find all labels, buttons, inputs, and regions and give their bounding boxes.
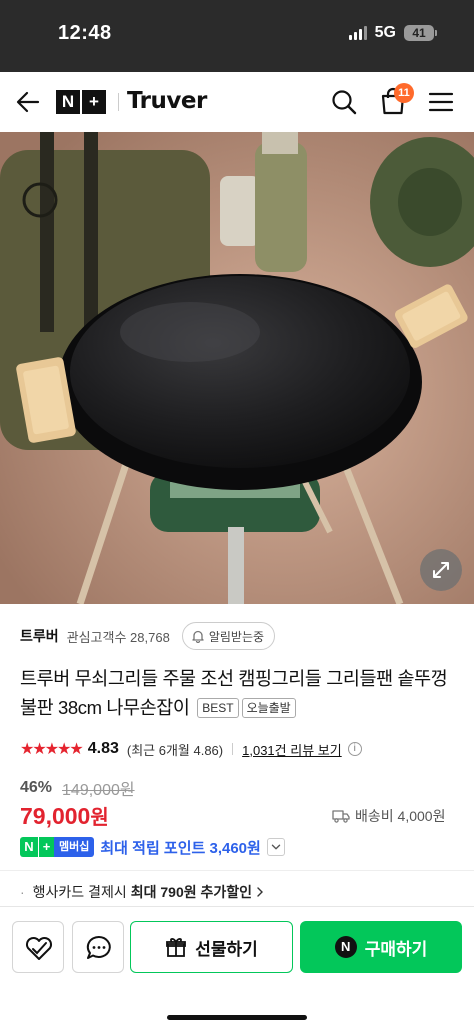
alarm-label: 알림받는중 [208,629,265,644]
alarm-button[interactable]: 알림받는중 [181,622,276,650]
chat-bubble-icon [86,935,111,959]
top-nav: N + Truver 11 [0,72,474,132]
rating-row: ★★★★★ 4.83 (최근 6개월 4.86) 1,031건 리뷰 보기 i [20,738,362,760]
shipping-label: 배송비 4,000원 [355,808,446,824]
search-icon[interactable] [330,88,358,116]
sale-price-currency: 원 [90,807,109,829]
gift-label: 선물하기 [195,939,258,959]
card-discount-row[interactable]: · 행사카드 결제시 최대 790원 추가할인 [20,882,266,902]
signal-icon [348,26,367,40]
cart-count-badge: 11 [394,83,414,103]
today-ship-tag: 오늘출발 [241,698,296,718]
battery-icon: 41 [404,25,437,41]
npay-icon: N [334,936,357,958]
original-price: 149,000원 [62,782,135,799]
seller-fans: 관심고객수 28,768 [66,629,170,645]
bell-icon [192,630,204,643]
rating-recent: (최근 6개월 4.86) [126,742,224,758]
product-photo [0,132,474,604]
badge-n: N [20,837,38,857]
chevron-right-icon [257,887,264,897]
nplus-logo[interactable]: N + [56,90,106,114]
sale-price-value: 79,000 [20,803,91,829]
bottom-action-bar: 선물하기 N 구매하기 [0,906,474,1026]
nplus-logo-plus: + [82,90,106,114]
badge-plus: + [38,837,54,857]
membership-points-row: N + 멤버십 최대 적립 포인트 3,460원 [20,836,285,858]
section-divider [0,870,474,871]
status-time: 12:48 [58,22,112,44]
buy-button[interactable]: N 구매하기 [300,921,462,973]
nplus-logo-n: N [56,90,80,114]
rating-separator [232,743,234,755]
gift-button[interactable]: 선물하기 [130,921,293,973]
sale-price: 79,000원 [20,801,109,830]
rating-score: 4.83 [87,740,119,757]
badge-member: 멤버십 [54,837,95,857]
star-rating-icon: ★★★★★ [20,741,84,758]
expand-image-icon[interactable] [420,549,462,591]
menu-icon[interactable] [428,89,454,115]
network-label: 5G [374,24,396,41]
bullet: · [20,884,25,900]
shipping-fee: 배송비 4,000원 [332,806,445,826]
inquiry-button[interactable] [72,921,124,973]
brand-logo[interactable]: Truver [127,88,207,114]
truck-icon [332,810,350,823]
info-icon[interactable]: i [347,742,362,756]
logo-divider [118,93,119,111]
discount-percent: 46% [20,779,53,796]
gift-icon [166,938,187,957]
nplus-membership-badge: N + 멤버십 [20,837,95,857]
status-indicators: 5G 41 [348,24,437,42]
product-title: 트루버 무쇠그리들 주물 조선 캠핑그리들 그리들팬 솥뚜껑 불판 38cm 나… [20,664,460,722]
back-arrow-icon[interactable] [14,88,42,116]
wishlist-button[interactable] [12,921,64,973]
chevron-down-icon[interactable] [266,838,285,856]
status-bar: 12:48 5G 41 [0,0,474,72]
buy-label: 구매하기 [364,939,428,959]
card-discount-prefix: 행사카드 결제시 [32,884,127,900]
product-image[interactable] [0,132,474,604]
heart-check-icon [25,936,53,960]
card-discount-highlight: 최대 790원 추가할인 [130,884,253,900]
home-indicator [167,1015,307,1020]
discount-row: 46% 149,000원 [20,776,135,800]
best-tag: BEST [197,698,239,718]
seller-row: 트루버 관심고객수 28,768 알림받는중 [20,622,460,650]
max-points-text: 최대 적립 포인트 3,460원 [100,839,261,857]
review-link[interactable]: 1,031건 리뷰 보기 [242,740,342,759]
seller-name[interactable]: 트루버 [20,626,59,646]
